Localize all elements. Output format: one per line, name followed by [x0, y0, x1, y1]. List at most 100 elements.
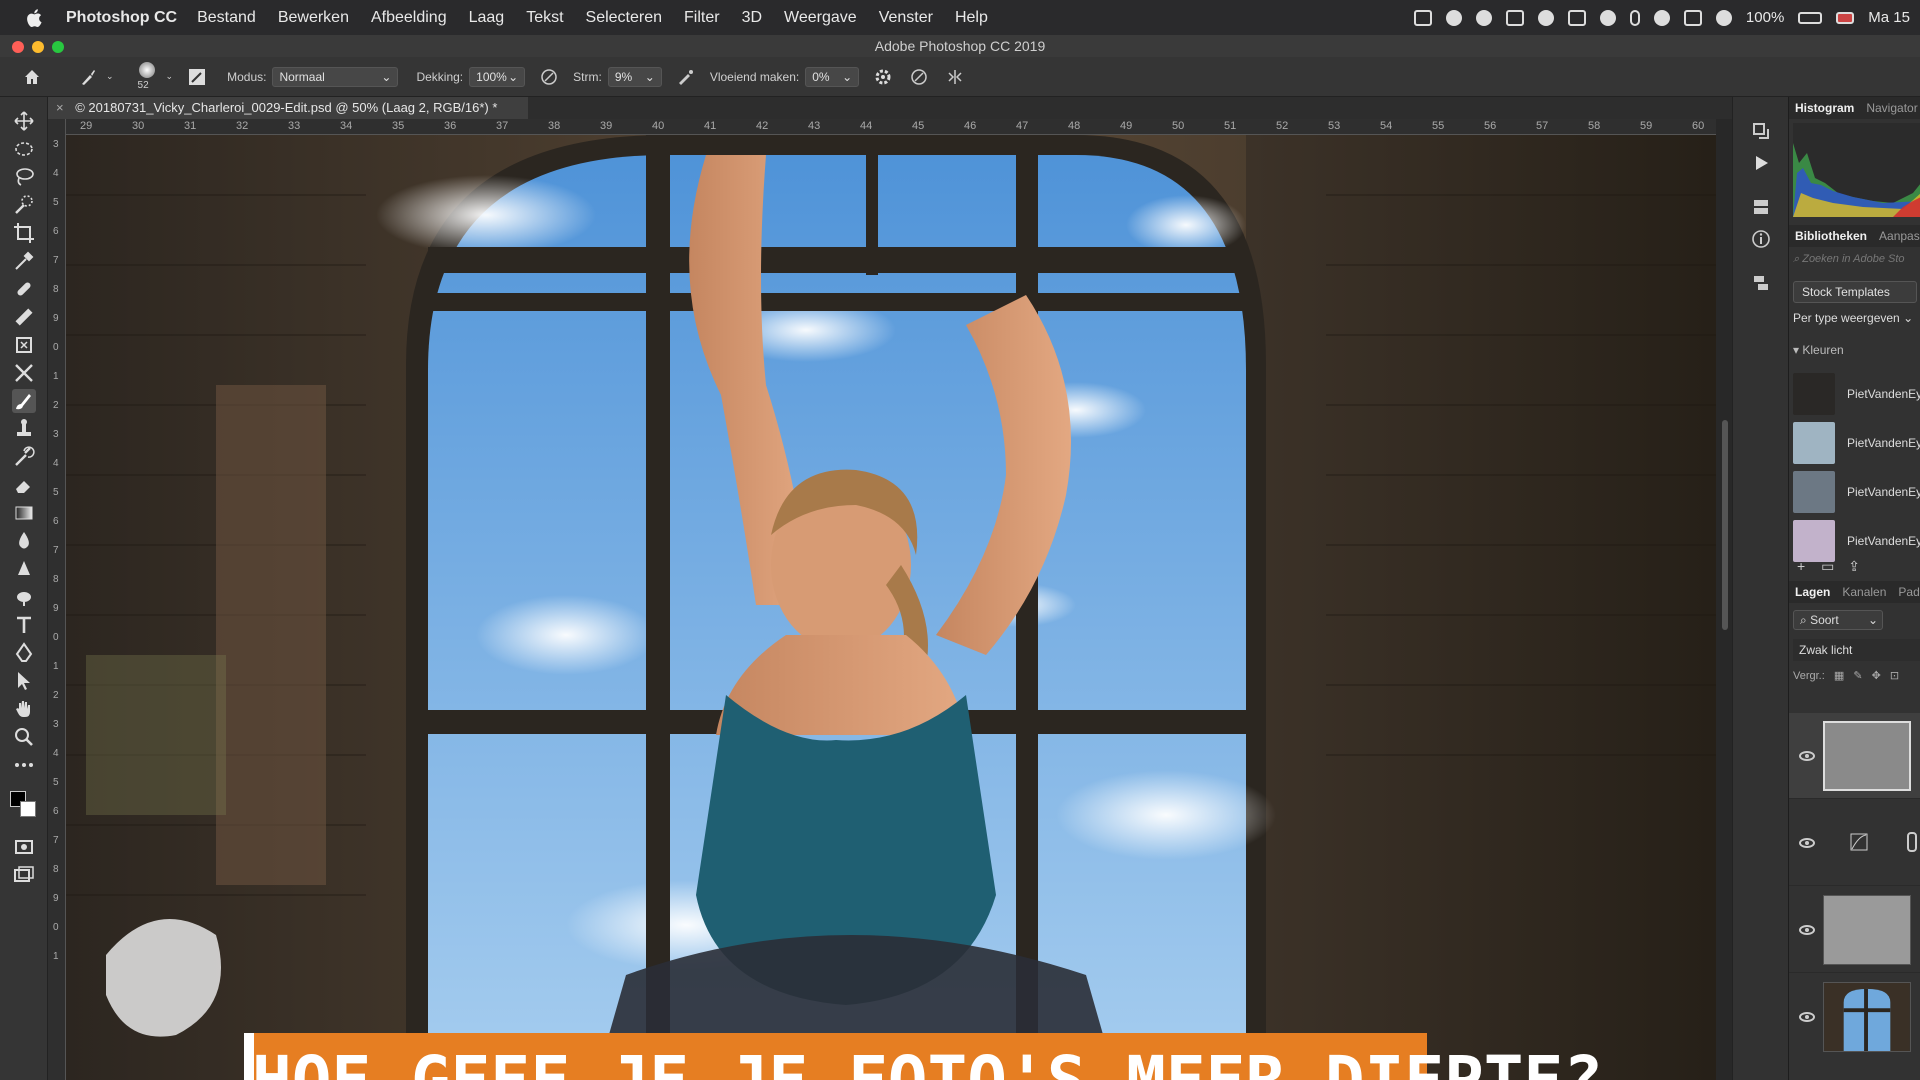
- pen-tool-icon[interactable]: [12, 641, 36, 665]
- menu-laag[interactable]: Laag: [469, 9, 505, 27]
- tab-paths[interactable]: Pad: [1892, 585, 1920, 599]
- opacity-input[interactable]: 100% ⌄: [469, 66, 526, 87]
- tab-channels[interactable]: Kanalen: [1836, 585, 1892, 599]
- menu-venster[interactable]: Venster: [879, 9, 933, 27]
- zoom-window-button[interactable]: [52, 41, 64, 53]
- folder-icon[interactable]: ▭: [1821, 558, 1834, 574]
- layer-thumbnail[interactable]: [1823, 721, 1911, 791]
- stock-templates-button[interactable]: Stock Templates: [1793, 281, 1917, 303]
- close-window-button[interactable]: [12, 41, 24, 53]
- properties-panel-icon[interactable]: [1751, 197, 1771, 217]
- menu-afbeelding[interactable]: Afbeelding: [371, 9, 447, 27]
- pressure-opacity-icon[interactable]: [539, 67, 559, 87]
- history-brush-tool-icon[interactable]: [12, 445, 36, 469]
- apple-icon[interactable]: [24, 7, 46, 29]
- healing-brush-tool-icon[interactable]: [12, 277, 36, 301]
- flag-icon[interactable]: [1836, 11, 1855, 24]
- lock-pixels-icon[interactable]: ✎: [1853, 670, 1862, 682]
- document-canvas[interactable]: HOE GEEF JE JE FOTO'S MEER DIEPTE?: [66, 135, 1716, 1080]
- brush-size-dropdown-icon[interactable]: ⌄: [166, 71, 174, 82]
- pressure-size-icon[interactable]: [909, 67, 929, 87]
- menu-selecteren[interactable]: Selecteren: [586, 9, 663, 27]
- wifi-icon[interactable]: [1653, 9, 1670, 26]
- monitor-icon[interactable]: [1567, 9, 1586, 26]
- home-icon[interactable]: [22, 67, 42, 87]
- vertical-scrollbar-thumb[interactable]: [1722, 420, 1728, 630]
- mode-select[interactable]: Normaal ⌄: [272, 66, 399, 87]
- color-swatch[interactable]: [1793, 373, 1835, 415]
- lasso-tool-icon[interactable]: [12, 165, 36, 189]
- preset-dropdown-icon[interactable]: ⌄: [106, 71, 114, 82]
- frame-tool-icon[interactable]: [12, 333, 36, 357]
- history-panel-icon[interactable]: [1751, 121, 1771, 141]
- background-color[interactable]: [20, 801, 36, 817]
- menu-bewerken[interactable]: Bewerken: [278, 9, 349, 27]
- color-swatch[interactable]: [1793, 471, 1835, 513]
- screen-mode-icon[interactable]: [12, 863, 36, 887]
- creative-cloud-icon[interactable]: [1445, 9, 1462, 26]
- layer-comps-icon[interactable]: [1751, 273, 1771, 293]
- quick-selection-tool-icon[interactable]: [12, 193, 36, 217]
- lock-position-icon[interactable]: ✥: [1872, 670, 1881, 682]
- volume-icon[interactable]: [1715, 9, 1732, 26]
- smoothing-input[interactable]: 0% ⌄: [805, 66, 860, 87]
- move-tool-icon[interactable]: [12, 109, 36, 133]
- chain-link-icon[interactable]: [1907, 832, 1917, 852]
- bluetooth-icon[interactable]: [1629, 9, 1640, 26]
- colors-section-header[interactable]: ▾ Kleuren: [1793, 343, 1844, 357]
- marquee-tool-icon[interactable]: [12, 137, 36, 161]
- airplay-icon[interactable]: [1683, 9, 1702, 26]
- airbrush-icon[interactable]: [676, 67, 696, 87]
- brush-size-picker[interactable]: 52: [130, 59, 166, 95]
- minimize-window-button[interactable]: [32, 41, 44, 53]
- menu-weergave[interactable]: Weergave: [784, 9, 857, 27]
- color-swatch[interactable]: [1793, 422, 1835, 464]
- brush-panel-icon[interactable]: [187, 67, 207, 87]
- flow-input[interactable]: 9% ⌄: [607, 66, 662, 87]
- upload-icon[interactable]: ⇪: [1848, 558, 1860, 574]
- menubar-clock[interactable]: Ma 15: [1868, 9, 1910, 26]
- color-swatches[interactable]: [10, 791, 38, 821]
- document-tab[interactable]: × © 20180731_Vicky_Charleroi_0029-Edit.p…: [48, 97, 528, 119]
- screen-record-icon[interactable]: [1413, 9, 1432, 26]
- crop-tool-icon[interactable]: [12, 221, 36, 245]
- layer-thumbnail[interactable]: [1823, 895, 1911, 965]
- layer-thumbnail[interactable]: [1823, 982, 1911, 1052]
- ruler-tool-icon[interactable]: [12, 305, 36, 329]
- tab-adjustments[interactable]: Aanpas: [1873, 229, 1920, 243]
- menu-bestand[interactable]: Bestand: [197, 9, 256, 27]
- visibility-eye-icon[interactable]: [1799, 925, 1815, 935]
- sponge-tool-icon[interactable]: [12, 585, 36, 609]
- blur-tool-icon[interactable]: [12, 529, 36, 553]
- layer-row[interactable]: [1789, 800, 1920, 886]
- tab-navigator[interactable]: Navigator: [1860, 101, 1920, 115]
- brush-tool-icon[interactable]: [12, 389, 36, 413]
- type-tool-icon[interactable]: [12, 613, 36, 637]
- sync-icon[interactable]: [1537, 9, 1554, 26]
- display-icon[interactable]: [1505, 9, 1524, 26]
- gradient-tool-icon[interactable]: [12, 501, 36, 525]
- quick-mask-icon[interactable]: [12, 835, 36, 859]
- layer-row[interactable]: [1789, 974, 1920, 1060]
- library-search-field[interactable]: ⌕ Zoeken in Adobe Sto: [1793, 253, 1917, 273]
- visibility-eye-icon[interactable]: [1799, 838, 1815, 848]
- menu-app-name[interactable]: Photoshop CC: [66, 9, 177, 27]
- gear-icon[interactable]: [873, 67, 893, 87]
- time-machine-icon[interactable]: [1599, 9, 1616, 26]
- more-tools-icon[interactable]: [12, 753, 36, 777]
- menu-filter[interactable]: Filter: [684, 9, 720, 27]
- color-swatch[interactable]: [1793, 520, 1835, 562]
- layer-row[interactable]: [1789, 887, 1920, 973]
- symmetry-icon[interactable]: [945, 67, 965, 87]
- path-selection-tool-icon[interactable]: [12, 669, 36, 693]
- eyedropper-tool-icon[interactable]: [12, 249, 36, 273]
- menu-help[interactable]: Help: [955, 9, 988, 27]
- view-by-select[interactable]: Per type weergeven ⌄: [1793, 311, 1917, 329]
- info-icon[interactable]: [1751, 229, 1771, 249]
- hand-tool-icon[interactable]: [12, 697, 36, 721]
- menu-3d[interactable]: 3D: [742, 9, 762, 27]
- tab-libraries[interactable]: Bibliotheken: [1789, 229, 1873, 243]
- layer-row[interactable]: [1789, 713, 1920, 799]
- zoom-tool-icon[interactable]: [12, 725, 36, 749]
- visibility-eye-icon[interactable]: [1799, 751, 1815, 761]
